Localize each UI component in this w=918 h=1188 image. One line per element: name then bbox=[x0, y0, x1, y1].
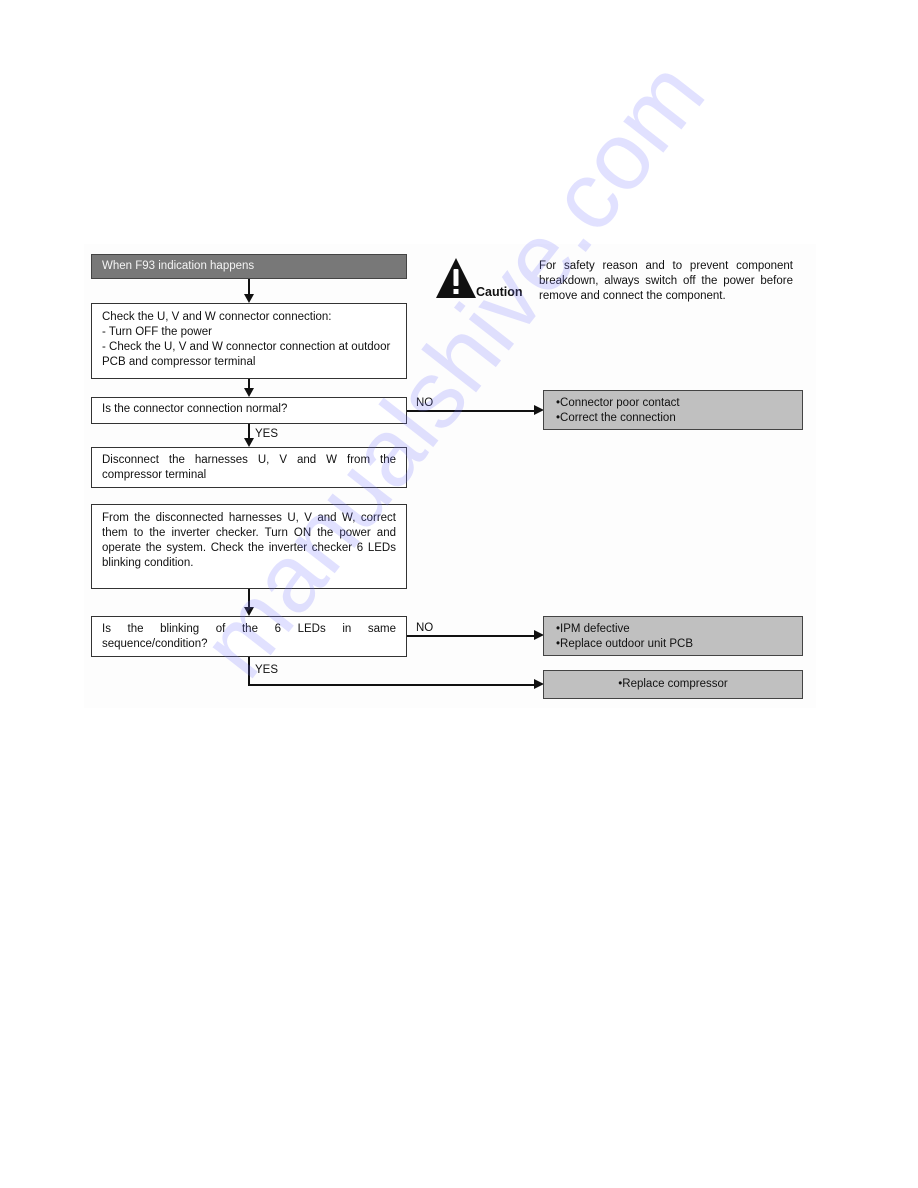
caution-label: Caution bbox=[476, 285, 523, 299]
yes-label: YES bbox=[255, 664, 279, 676]
question-leds-box: Is the blinking of the 6 LEDs in same se… bbox=[91, 616, 407, 657]
yes-label: YES bbox=[255, 428, 279, 440]
check-connection-box: Check the U, V and W connector connectio… bbox=[91, 303, 407, 379]
question-connection-text: Is the connector connection normal? bbox=[102, 403, 288, 415]
question-connection-box: Is the connector connection normal? bbox=[91, 397, 407, 424]
inverter-checker-box: From the disconnected harnesses U, V and… bbox=[91, 504, 407, 589]
connector-line bbox=[248, 279, 250, 295]
result-ipm-box: •IPM defective •Replace outdoor unit PCB bbox=[543, 616, 803, 656]
disconnect-box: Disconnect the harnesses U, V and W from… bbox=[91, 447, 407, 488]
check-connection-line: - Check the U, V and W connector connect… bbox=[102, 341, 391, 368]
result-compressor-box: •Replace compressor bbox=[543, 670, 803, 699]
arrow-down-icon bbox=[244, 388, 254, 397]
connector-line bbox=[248, 424, 250, 439]
connector-line bbox=[248, 657, 250, 685]
caution-text: For safety reason and to prevent compone… bbox=[539, 260, 793, 302]
question-leds-text: Is the blinking of the 6 LEDs in same se… bbox=[102, 623, 396, 650]
no-label: NO bbox=[416, 397, 434, 409]
start-text: When F93 indication happens bbox=[102, 260, 255, 272]
no-label: NO bbox=[416, 622, 434, 634]
connector-line bbox=[407, 635, 535, 637]
check-connection-line: - Turn OFF the power bbox=[102, 326, 212, 338]
result-line: •Connector poor contact bbox=[556, 397, 680, 409]
arrow-down-icon bbox=[244, 607, 254, 616]
connector-line bbox=[248, 589, 250, 608]
result-line: •Replace outdoor unit PCB bbox=[556, 638, 693, 650]
arrow-down-icon bbox=[244, 438, 254, 447]
start-box: When F93 indication happens bbox=[91, 254, 407, 279]
disconnect-text: Disconnect the harnesses U, V and W from… bbox=[102, 454, 396, 481]
connector-line bbox=[407, 410, 535, 412]
result-compressor-text: •Replace compressor bbox=[618, 678, 728, 690]
connector-line bbox=[248, 684, 535, 686]
check-connection-line: Check the U, V and W connector connectio… bbox=[102, 311, 332, 323]
inverter-checker-text: From the disconnected harnesses U, V and… bbox=[102, 512, 396, 569]
result-line: •IPM defective bbox=[556, 623, 630, 635]
result-line: •Correct the connection bbox=[556, 412, 676, 424]
arrow-down-icon bbox=[244, 294, 254, 303]
result-connection-box: •Connector poor contact •Correct the con… bbox=[543, 390, 803, 430]
